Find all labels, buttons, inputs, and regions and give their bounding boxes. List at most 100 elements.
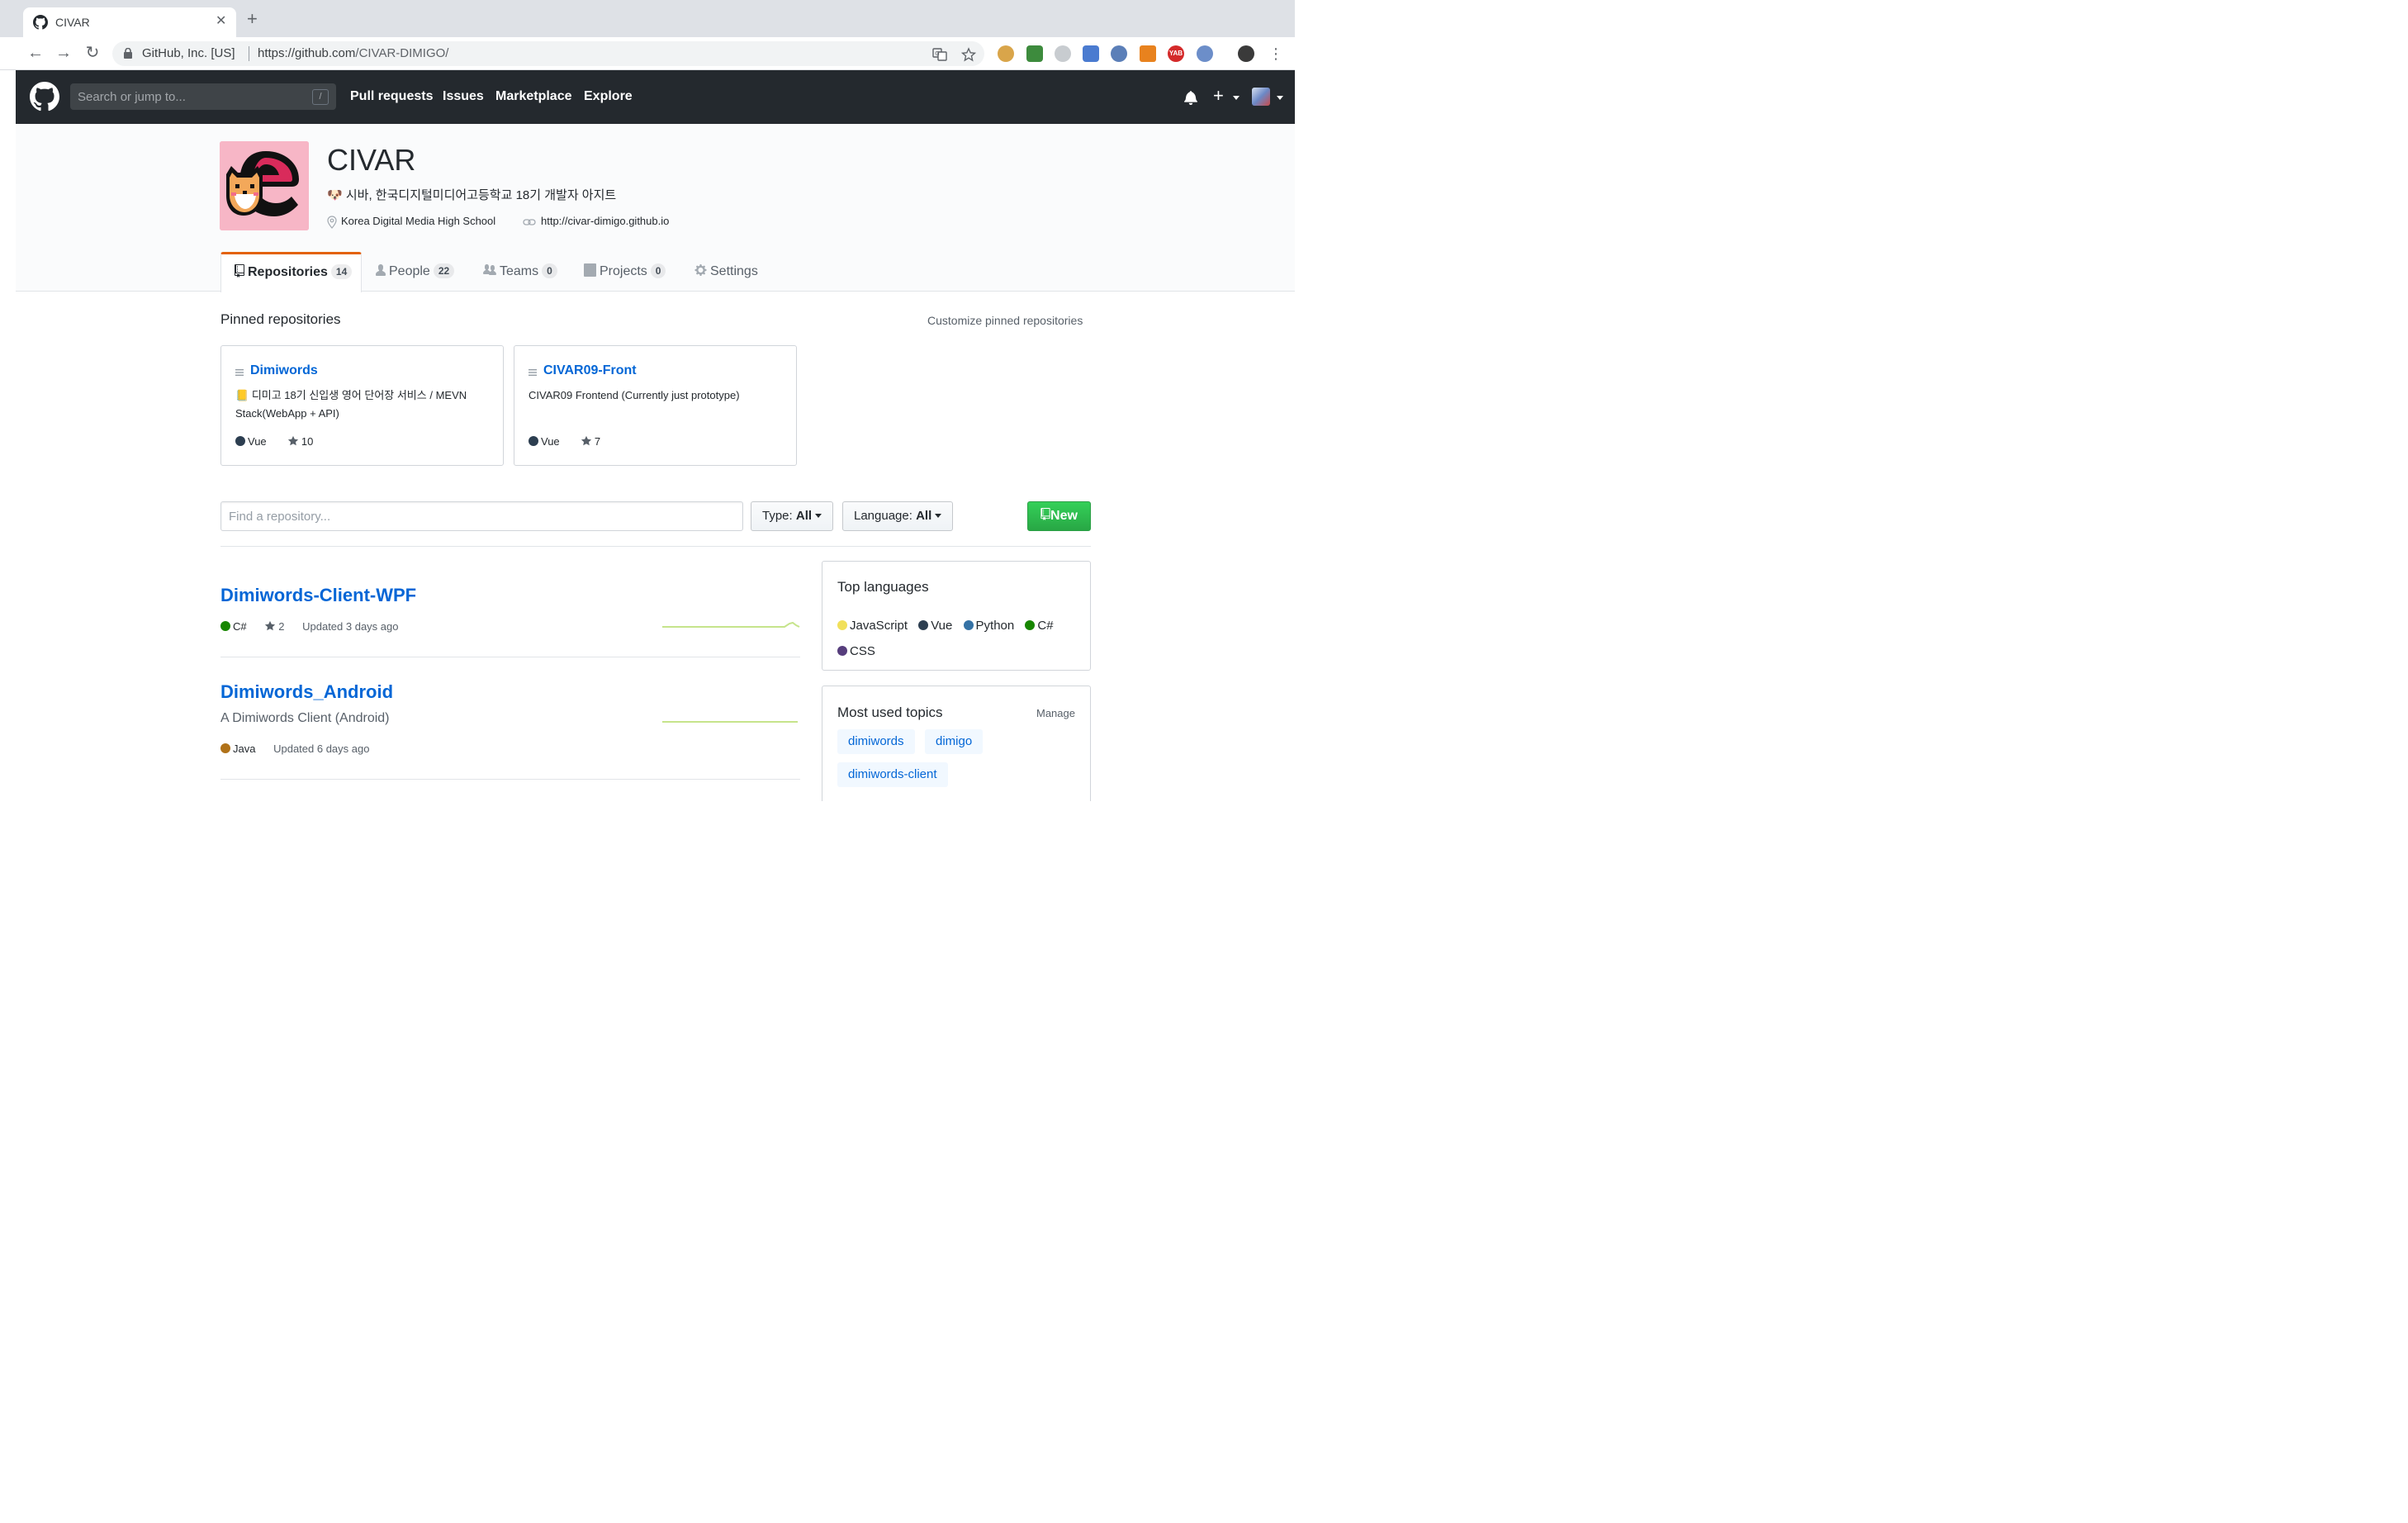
pinned-repo-stars[interactable]: 10 — [301, 435, 313, 448]
language-label: Vue — [931, 619, 953, 633]
yab-extension-icon[interactable]: YAB — [1168, 45, 1184, 62]
tab-repositories[interactable]: Repositories 14 — [220, 252, 362, 292]
language-filter-dropdown[interactable]: Language: All — [842, 501, 954, 531]
create-dropdown-caret-icon[interactable] — [1233, 96, 1240, 100]
profile-avatar-icon[interactable] — [1238, 45, 1254, 62]
repo-name-link[interactable]: Dimiwords_Android — [220, 681, 393, 703]
nav-explore[interactable]: Explore — [584, 89, 633, 104]
most-used-topics-box: Most used topics Manage dimiwords dimigo… — [822, 686, 1091, 801]
repo-description: A Dimiwords Client (Android) — [220, 711, 390, 725]
browser-tab-civar[interactable]: CIVAR ✕ — [23, 7, 236, 37]
nav-marketplace[interactable]: Marketplace — [495, 89, 572, 104]
pinned-card: Dimiwords 📒 디미고 18기 신입생 영어 단어장 서비스 / MEV… — [220, 345, 504, 466]
repo-meta: C# 2 Updated 3 days ago — [220, 620, 413, 633]
pinned-repo-description: 📒 디미고 18기 신입생 영어 단어장 서비스 / MEVN Stack(We… — [235, 387, 487, 423]
org-avatar — [220, 141, 309, 230]
topic-tag[interactable]: dimiwords — [837, 729, 915, 754]
top-languages-list: JavaScript Vue Python C# CSS — [837, 613, 1081, 664]
url-text[interactable]: https://github.com/CIVAR-DIMIGO/ — [258, 46, 448, 60]
repo-icon — [235, 264, 244, 278]
pinned-repo-stars[interactable]: 7 — [595, 435, 600, 448]
language-item[interactable]: C# — [1025, 619, 1054, 633]
cookie-extension-icon[interactable] — [998, 45, 1014, 62]
language-color-dot — [220, 621, 230, 631]
org-name: CIVAR — [327, 143, 416, 177]
reload-icon[interactable]: ↻ — [83, 44, 102, 62]
chevron-down-icon — [935, 514, 942, 518]
pinned-repo-name[interactable]: Dimiwords — [250, 363, 318, 378]
language-filter-label: Language: — [854, 509, 912, 523]
topic-tag[interactable]: dimigo — [925, 729, 984, 754]
user-avatar[interactable] — [1252, 88, 1270, 106]
metamask-extension-icon[interactable] — [1140, 45, 1156, 62]
language-color-dot — [529, 436, 538, 446]
notification-bell-icon[interactable] — [1184, 90, 1197, 105]
camera-extension-icon[interactable] — [1083, 45, 1099, 62]
eyes-extension-icon[interactable] — [1197, 45, 1213, 62]
tab-settings[interactable]: Settings — [694, 252, 758, 292]
language-color-dot — [1025, 620, 1036, 630]
tab-projects[interactable]: Projects 0 — [584, 252, 666, 292]
type-filter-dropdown[interactable]: Type: All — [751, 501, 834, 531]
translate-icon[interactable]: G — [932, 47, 947, 62]
user-menu-caret-icon[interactable] — [1277, 96, 1283, 100]
browser-toolbar: ← → ↻ GitHub, Inc. [US] https://github.c… — [0, 37, 1295, 70]
pinned-desc-emoji: 📒 — [235, 389, 249, 401]
tab-people[interactable]: People 22 — [376, 252, 455, 292]
repo-stars-count: 2 — [278, 620, 285, 633]
language-item[interactable]: CSS — [837, 644, 875, 658]
forward-arrow-icon[interactable]: → — [55, 44, 73, 62]
site-identity-label: GitHub, Inc. [US] — [142, 46, 235, 60]
svg-text:G: G — [935, 50, 939, 57]
language-item[interactable]: Vue — [918, 619, 952, 633]
nav-issues[interactable]: Issues — [443, 89, 484, 104]
search-shortcut-key: / — [312, 89, 329, 105]
tab-teams[interactable]: Teams 0 — [483, 252, 557, 292]
language-color-dot — [963, 620, 974, 630]
repo-divider — [220, 779, 800, 780]
drag-handle-icon[interactable] — [529, 368, 537, 377]
star-icon — [287, 435, 299, 446]
repo-name-link[interactable]: Dimiwords-Client-WPF — [220, 585, 416, 606]
language-color-dot — [918, 620, 929, 630]
drag-handle-icon[interactable] — [235, 368, 244, 377]
language-item[interactable]: Python — [963, 619, 1014, 633]
browser-tab-title: CIVAR — [55, 16, 90, 29]
pinned-repo-meta: Vue 7 — [529, 435, 600, 448]
pinned-repo-name[interactable]: CIVAR09-Front — [543, 363, 637, 378]
manage-topics-link[interactable]: Manage — [1036, 707, 1075, 719]
org-location-text: Korea Digital Media High School — [341, 215, 496, 227]
repo-stars[interactable]: 2 — [264, 620, 284, 633]
new-tab-button[interactable]: + — [247, 10, 258, 28]
create-new-plus-icon[interactable]: + — [1213, 87, 1224, 105]
person-icon — [376, 264, 386, 276]
activity-sparkline — [662, 621, 800, 628]
language-item[interactable]: JavaScript — [837, 619, 908, 633]
chrome-menu-icon[interactable]: ⋮ — [1268, 45, 1283, 63]
globe-extension-icon[interactable] — [1111, 45, 1127, 62]
nav-pull-requests[interactable]: Pull requests — [350, 89, 433, 104]
find-repository-input[interactable] — [220, 501, 743, 531]
github-search-input[interactable] — [70, 83, 310, 110]
address-bar[interactable]: GitHub, Inc. [US] https://github.com/CIV… — [112, 41, 984, 66]
topic-tag[interactable]: dimiwords-client — [837, 762, 948, 787]
github-logo-icon[interactable] — [30, 82, 59, 111]
language-color-dot — [220, 743, 230, 753]
location-pin-icon — [327, 215, 337, 229]
back-arrow-icon[interactable]: ← — [26, 44, 45, 62]
tab-close-icon[interactable]: ✕ — [216, 14, 226, 29]
gear-icon — [694, 264, 707, 276]
discord-extension-icon[interactable] — [1055, 45, 1071, 62]
org-description-emoji: 🐶 — [327, 188, 343, 202]
type-filter-label: Type: — [762, 509, 793, 523]
new-repository-button[interactable]: New — [1027, 501, 1091, 531]
language-label: CSS — [850, 644, 875, 658]
repo-language: C# — [220, 620, 247, 633]
tab-repositories-count: 14 — [330, 264, 353, 279]
evernote-extension-icon[interactable] — [1026, 45, 1043, 62]
customize-pinned-link[interactable]: Customize pinned repositories — [927, 314, 1083, 327]
bookmark-star-icon[interactable] — [961, 47, 976, 62]
repo-meta: Java Updated 6 days ago — [220, 743, 384, 755]
pinned-repo-language: Vue — [248, 435, 267, 448]
org-website-link[interactable]: http://civar-dimigo.github.io — [541, 215, 669, 227]
